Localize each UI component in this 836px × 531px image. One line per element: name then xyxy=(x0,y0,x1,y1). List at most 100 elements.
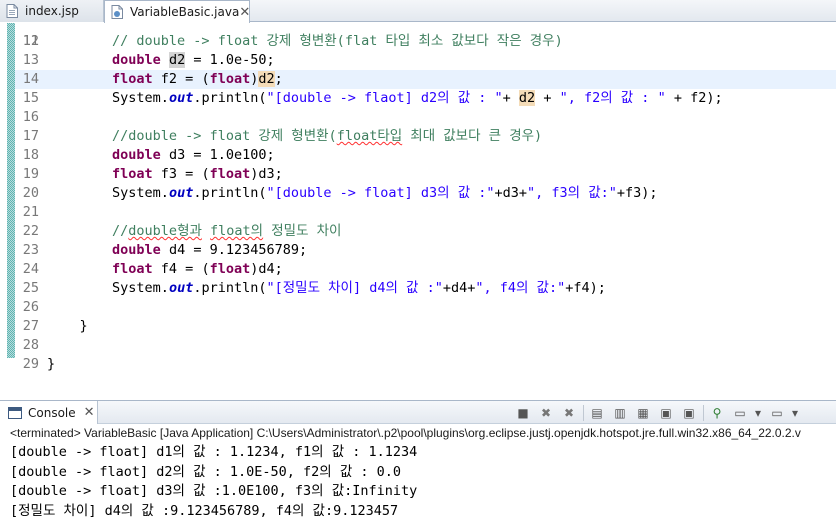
code-line: 28 xyxy=(15,336,836,355)
close-icon[interactable]: ✕ xyxy=(239,5,250,20)
change-ruler-gap xyxy=(7,358,15,380)
line-number: 24 xyxy=(22,261,39,277)
open-console-dropdown-icon[interactable]: ▾ xyxy=(791,404,799,422)
code-line: 11 xyxy=(15,23,836,49)
line-number: 22 xyxy=(22,223,39,239)
tab-console[interactable]: Console ✕ xyxy=(0,401,98,424)
code-token: out xyxy=(168,185,194,201)
console-icon xyxy=(8,406,22,419)
code-text: System.out.println("[double -> float] d3… xyxy=(47,184,658,203)
show-on-stdout-icon[interactable]: ▣ xyxy=(657,404,675,422)
code-line: 29} xyxy=(15,355,836,374)
line-number: 20 xyxy=(22,185,39,201)
code-token: ", f3의 값:" xyxy=(527,185,617,201)
toolbar-separator xyxy=(703,405,704,421)
close-icon[interactable]: ✕ xyxy=(84,405,95,420)
code-text: float f4 = (float)d4; xyxy=(47,260,283,279)
code-token: double xyxy=(112,242,161,258)
toolbar-separator xyxy=(583,405,584,421)
code-token: d2 xyxy=(168,52,186,68)
display-console-icon[interactable]: ▭ xyxy=(731,404,749,422)
pin-console-icon[interactable]: ⚲ xyxy=(708,404,726,422)
word-wrap-icon[interactable]: ▦ xyxy=(634,404,652,422)
code-line: 22 //double형과 float의 정밀도 차이 xyxy=(15,222,836,241)
change-ruler xyxy=(7,23,15,380)
console-output-line: [정밀도 차이] d4의 값 :9.123456789, f4의 값:9.123… xyxy=(10,502,399,519)
code-line: 12 // double -> float 강제 형변환(flat 타입 최소 … xyxy=(15,32,836,51)
console-output-line: [double -> float] d1의 값 : 1.1234, f1의 값 … xyxy=(10,444,418,460)
tab-index-jsp[interactable]: index.jsp xyxy=(0,0,104,22)
remove-launch-icon[interactable]: ✖ xyxy=(537,404,555,422)
code-token: float타입 xyxy=(336,128,403,144)
code-token: d2 xyxy=(518,90,536,106)
display-console-dropdown-icon[interactable]: ▾ xyxy=(754,404,762,422)
console-output-line: [double -> float] d3의 값 :1.0E100, f3의 값:… xyxy=(10,483,418,499)
line-number: 25 xyxy=(22,280,39,296)
clear-console-icon[interactable]: ▤ xyxy=(588,404,606,422)
line-number: 14 xyxy=(22,71,39,87)
jsp-file-icon xyxy=(6,4,18,18)
code-text: double d3 = 1.0e100; xyxy=(47,146,275,165)
console-output[interactable]: [double -> float] d1의 값 : 1.1234, f1의 값 … xyxy=(10,443,836,521)
code-text: System.out.println("[double -> flaot] d2… xyxy=(47,89,723,108)
code-text: //double형과 float의 정밀도 차이 xyxy=(47,222,341,241)
line-number: 18 xyxy=(22,147,39,163)
code-line: 25 System.out.println("[정밀도 차이] d4의 값 :"… xyxy=(15,279,836,298)
console-tab-label: Console xyxy=(28,405,76,420)
tab-label: VariableBasic.java xyxy=(130,5,240,19)
tab-variablebasic-java[interactable]: VariableBasic.java ✕ xyxy=(104,0,250,23)
code-token: = 1.0e-50; xyxy=(185,52,275,68)
code-line: 23 double d4 = 9.123456789; xyxy=(15,241,836,260)
code-token: "[정밀도 차이] d4의 값 :" xyxy=(266,280,443,296)
code-line: 27 } xyxy=(15,317,836,336)
code-token: System. xyxy=(112,90,169,106)
code-token: "[double -> flaot] d2의 값 : " xyxy=(266,90,503,106)
code-token: f2 = ( xyxy=(152,71,210,87)
open-console-icon[interactable]: ▭ xyxy=(768,404,786,422)
console-toolbar: ■ ✖ ✖ ▤ ▥ ▦ ▣ ▣ ⚲ ▭ ▾ ▭ ▾ xyxy=(514,404,805,422)
code-token: 최대 값보다 큰 경우) xyxy=(402,128,543,144)
line-number: 19 xyxy=(22,166,39,182)
line-number: 28 xyxy=(22,337,39,353)
code-text: double d4 = 9.123456789; xyxy=(47,241,307,260)
code-token: float xyxy=(112,166,153,182)
code-token: ; xyxy=(274,71,283,87)
code-text: } xyxy=(47,317,88,336)
code-token: ", f4의 값:" xyxy=(475,280,566,296)
line-number: 23 xyxy=(22,242,39,258)
code-text: //double -> float 강제 형변환(float타입 최대 값보다 … xyxy=(47,127,542,146)
show-on-stderr-icon[interactable]: ▣ xyxy=(680,404,698,422)
code-editor[interactable]: 11 12 // double -> float 강제 형변환(flat 타입 … xyxy=(0,23,836,380)
code-text: System.out.println("[정밀도 차이] d4의 값 :"+d4… xyxy=(47,279,606,298)
remove-all-terminated-icon[interactable]: ✖ xyxy=(560,404,578,422)
code-token: .println( xyxy=(193,280,267,296)
code-token: float xyxy=(209,261,251,277)
code-text: float f2 = (float)d2; xyxy=(47,70,283,89)
code-token: +f4); xyxy=(565,280,606,296)
vertical-ruler xyxy=(0,23,7,380)
code-token: + f2); xyxy=(665,90,723,106)
code-token: // xyxy=(112,223,129,239)
line-number: 27 xyxy=(22,318,39,334)
line-number: 13 xyxy=(22,52,39,68)
console-output-line: [double -> flaot] d2의 값 : 1.0E-50, f2의 값… xyxy=(10,463,402,480)
scroll-lock-icon[interactable]: ▥ xyxy=(611,404,629,422)
code-line: 26 xyxy=(15,298,836,317)
code-token: out xyxy=(168,90,194,106)
editor-tab-bar: index.jsp VariableBasic.java ✕ xyxy=(0,0,836,23)
console-view-bar: Console ✕ ■ ✖ ✖ ▤ ▥ ▦ ▣ ▣ ⚲ ▭ ▾ ▭ ▾ xyxy=(0,400,836,424)
code-token: out xyxy=(168,280,194,296)
code-text: // double -> float 강제 형변환(flat 타입 최소 값보다… xyxy=(47,32,563,51)
terminate-icon[interactable]: ■ xyxy=(514,404,532,422)
code-token: float xyxy=(112,71,153,87)
code-token: d2 xyxy=(258,71,275,87)
